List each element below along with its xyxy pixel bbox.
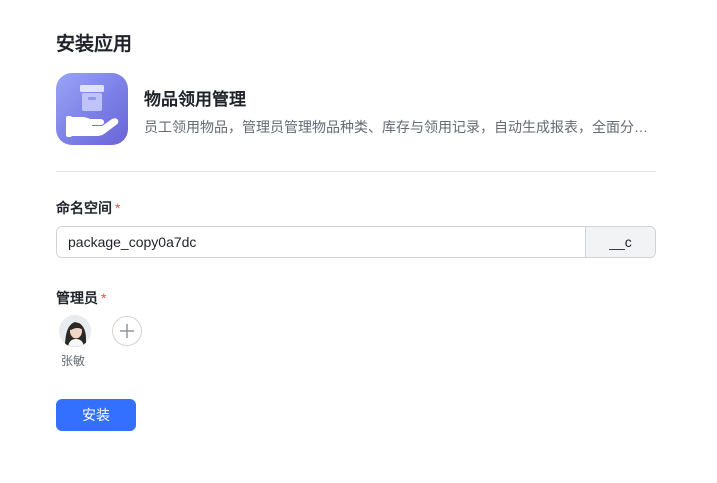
avatar[interactable] [59, 315, 91, 347]
install-button[interactable]: 安装 [56, 399, 136, 431]
app-description: 员工领用物品，管理员管理物品种类、库存与领用记录，自动生成报表，全面分… [144, 119, 648, 135]
required-mark: * [101, 290, 107, 306]
divider [56, 171, 656, 172]
hand-box-icon [66, 85, 119, 137]
app-name: 物品领用管理 [144, 90, 246, 109]
namespace-suffix: __c [585, 227, 655, 257]
namespace-field: __c [56, 226, 656, 258]
namespace-label: 命名空间 * [56, 198, 120, 218]
plus-icon [120, 324, 134, 338]
app-icon [56, 73, 128, 145]
admin-name: 张敏 [61, 354, 86, 368]
admin-label: 管理员 * [56, 288, 106, 308]
avatar-photo [59, 315, 91, 347]
page-title: 安装应用 [56, 34, 133, 55]
required-mark: * [115, 200, 121, 216]
namespace-input[interactable] [57, 227, 585, 257]
namespace-label-text: 命名空间 [56, 200, 112, 216]
admin-label-text: 管理员 [56, 290, 98, 306]
add-admin-button[interactable] [112, 316, 142, 346]
